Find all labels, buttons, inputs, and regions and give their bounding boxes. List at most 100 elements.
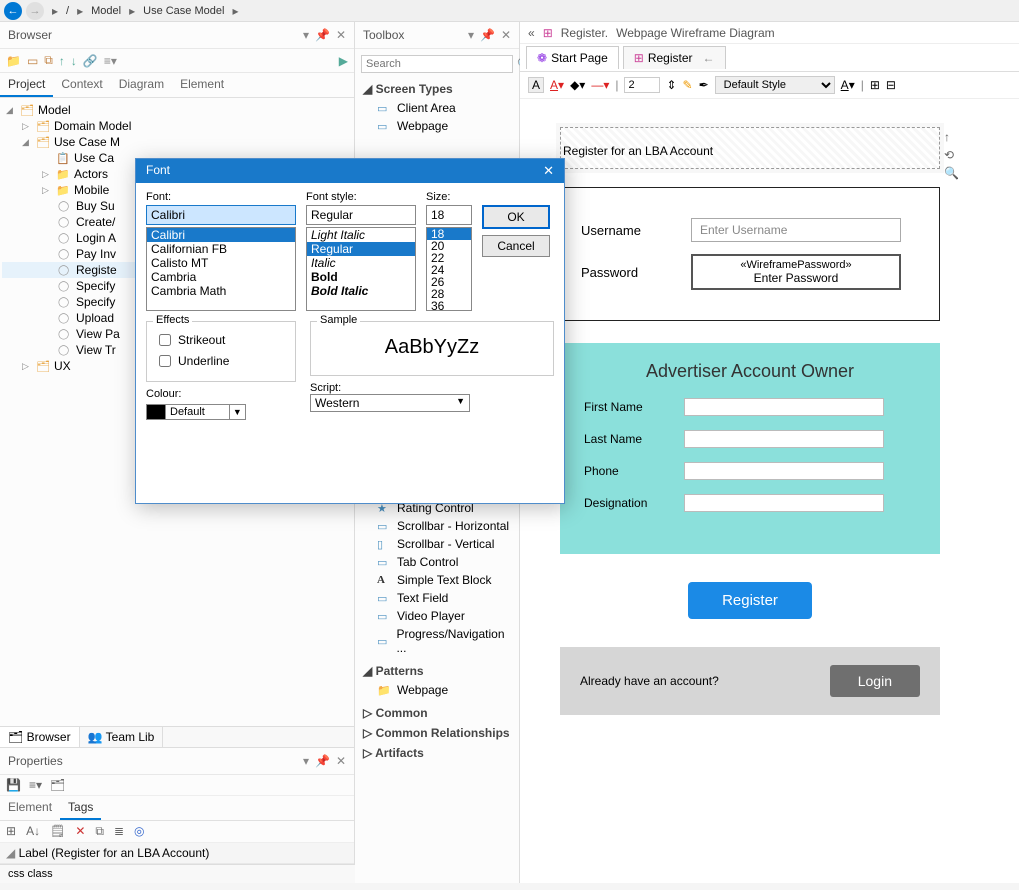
link-icon[interactable]: 🔗: [83, 54, 98, 68]
tab-element[interactable]: Element: [172, 73, 232, 97]
list-item[interactable]: Bold: [307, 270, 415, 284]
style-apply-icon[interactable]: A▾: [841, 78, 855, 92]
close-icon[interactable]: ✕: [336, 28, 346, 42]
diagram-canvas[interactable]: Register for an LBA Account ↑ ⟲ 🔍 Userna…: [520, 99, 1019, 890]
tag-tool-icon[interactable]: ⊞: [6, 824, 16, 839]
run-icon[interactable]: ▶: [339, 54, 348, 68]
dropdown-icon[interactable]: ▾: [468, 28, 474, 42]
list-item[interactable]: Regular: [307, 242, 415, 256]
toolbox-group-patterns[interactable]: Patterns: [376, 664, 424, 678]
text-tool-icon[interactable]: A: [528, 77, 544, 93]
tree-usecase-diag[interactable]: Use Ca: [74, 151, 114, 165]
tree-mobile[interactable]: Mobile: [74, 183, 109, 197]
handle-zoom-icon[interactable]: 🔍: [944, 166, 959, 180]
tree-ux[interactable]: UX: [54, 359, 71, 373]
toolbox-group-artifacts[interactable]: Artifacts: [375, 746, 424, 760]
credentials-group[interactable]: Username Enter Username Password «Wirefr…: [560, 187, 940, 321]
tree-view1[interactable]: View Pa: [76, 327, 120, 341]
register-button[interactable]: Register: [688, 582, 812, 619]
crumb-root[interactable]: /: [66, 5, 69, 17]
line-color-icon[interactable]: —▾: [591, 78, 609, 92]
form-icon[interactable]: 🗂: [50, 778, 65, 792]
pin-icon[interactable]: 📌: [315, 28, 330, 42]
tab-project[interactable]: Project: [0, 73, 53, 97]
tab-register[interactable]: ⊞Register←: [623, 46, 726, 69]
distribute-icon[interactable]: ⊟: [886, 78, 896, 92]
list-item[interactable]: Calibri: [147, 228, 295, 242]
tab-diagram[interactable]: Diagram: [111, 73, 172, 97]
hamburger-icon[interactable]: ≡▾: [104, 54, 117, 68]
handle-up-icon[interactable]: ↑: [944, 130, 959, 144]
style-input[interactable]: [306, 205, 416, 225]
nav-back-icon[interactable]: ←: [4, 2, 22, 20]
chevron-down-icon[interactable]: ▼: [230, 404, 246, 420]
last-name-input[interactable]: [684, 430, 884, 448]
toolbox-item[interactable]: 📁Webpage: [355, 681, 519, 699]
toolbox-item[interactable]: ▭Client Area: [355, 99, 519, 117]
toolbox-search-input[interactable]: [361, 55, 513, 73]
up-icon[interactable]: ↑: [59, 54, 65, 68]
style-select[interactable]: Default Style: [715, 76, 835, 94]
pin-icon[interactable]: 📌: [480, 28, 495, 42]
tree-create[interactable]: Create/: [76, 215, 115, 229]
list-item[interactable]: Light Italic: [307, 228, 415, 242]
crumb-usecase[interactable]: Use Case Model: [143, 5, 224, 17]
tree-usecase[interactable]: Use Case M: [54, 135, 120, 149]
bottom-tab-team[interactable]: 👥 Team Lib: [80, 727, 164, 747]
new-item-icon[interactable]: ▭: [27, 54, 38, 68]
copy-icon[interactable]: ⧉: [44, 53, 53, 68]
tag-sort-icon[interactable]: A↓: [26, 824, 40, 839]
collapse-icon[interactable]: «: [528, 26, 535, 40]
list-item[interactable]: Cambria: [147, 270, 295, 284]
close-icon[interactable]: ✕: [336, 754, 346, 768]
toolbox-group-commonrel[interactable]: Common Relationships: [376, 726, 510, 740]
dropdown-icon[interactable]: ▾: [303, 754, 309, 768]
prop-tab-element[interactable]: Element: [0, 796, 60, 820]
tree-register[interactable]: Registe: [76, 263, 117, 277]
owner-group[interactable]: Advertiser Account Owner First Name Last…: [560, 343, 940, 554]
toolbox-item[interactable]: ▭Scrollbar - Horizontal: [355, 517, 519, 535]
first-name-input[interactable]: [684, 398, 884, 416]
save-icon[interactable]: 💾: [6, 778, 21, 792]
font-color-icon[interactable]: A▾: [550, 78, 564, 92]
list-item[interactable]: Italic: [307, 256, 415, 270]
toolbox-item[interactable]: ▭Webpage: [355, 117, 519, 135]
toolbox-item[interactable]: ASimple Text Block: [355, 571, 519, 589]
highlight-icon[interactable]: ✎: [683, 78, 693, 92]
tree-spec2[interactable]: Specify: [76, 295, 115, 309]
toolbox-item[interactable]: ▭Progress/Navigation ...: [355, 625, 519, 657]
login-button[interactable]: Login: [830, 665, 920, 697]
font-input[interactable]: [146, 205, 296, 225]
align-icon[interactable]: ⊞: [870, 78, 880, 92]
font-list[interactable]: Calibri Californian FB Calisto MT Cambri…: [146, 227, 296, 311]
list-item[interactable]: Bold Italic: [307, 284, 415, 298]
tag-note-icon[interactable]: 🗒: [50, 824, 65, 839]
tag-code-icon[interactable]: ≣: [114, 824, 124, 839]
list-icon[interactable]: ≡▾: [29, 778, 42, 792]
tree-login[interactable]: Login A: [76, 231, 116, 245]
tag-info-icon[interactable]: ◎: [134, 824, 144, 839]
eyedropper-icon[interactable]: ✒: [699, 78, 709, 92]
designation-input[interactable]: [684, 494, 884, 512]
toolbox-item[interactable]: ▭Tab Control: [355, 553, 519, 571]
script-select[interactable]: Western ▼: [310, 394, 470, 412]
crumb-model[interactable]: Model: [91, 5, 121, 17]
tree-actors[interactable]: Actors: [74, 167, 108, 181]
nav-forward-icon[interactable]: →: [26, 2, 44, 20]
password-input[interactable]: «WireframePassword» Enter Password: [691, 254, 901, 290]
tree-upload[interactable]: Upload: [76, 311, 114, 325]
tree-pay[interactable]: Pay Inv: [76, 247, 116, 261]
style-list[interactable]: Light Italic Regular Italic Bold Bold It…: [306, 227, 416, 311]
list-item[interactable]: Cambria Math: [147, 284, 295, 298]
toolbox-item[interactable]: ▭Text Field: [355, 589, 519, 607]
fill-color-icon[interactable]: ◆▾: [570, 78, 585, 92]
handle-rotate-icon[interactable]: ⟲: [944, 148, 959, 162]
strikeout-checkbox[interactable]: Strikeout: [155, 331, 287, 349]
cancel-button[interactable]: Cancel: [482, 235, 550, 257]
dropdown-icon[interactable]: ▾: [303, 28, 309, 42]
close-icon[interactable]: ✕: [501, 28, 511, 42]
list-item[interactable]: Calisto MT: [147, 256, 295, 270]
username-input[interactable]: Enter Username: [691, 218, 901, 242]
new-folder-icon[interactable]: 📁: [6, 54, 21, 68]
wireframe-title[interactable]: Register for an LBA Account ↑ ⟲ 🔍: [560, 127, 940, 169]
